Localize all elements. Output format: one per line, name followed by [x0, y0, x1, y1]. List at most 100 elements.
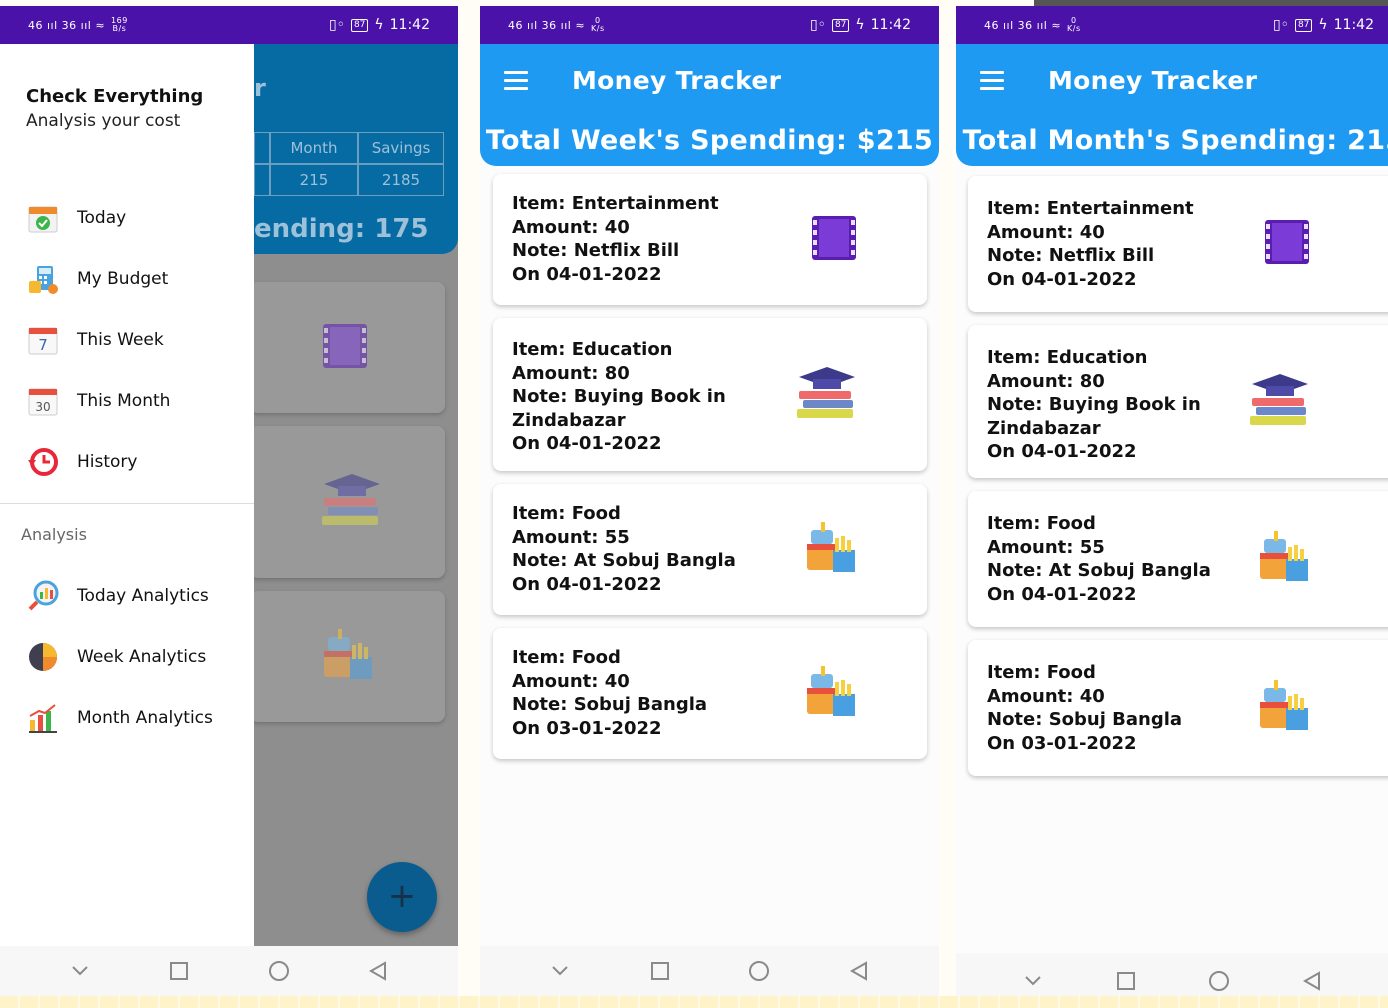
background-summary-table: Month Savings 215 2185	[254, 132, 444, 196]
books-icon	[795, 365, 859, 425]
drawer-item-label: This Week	[77, 330, 164, 350]
drawer-item-label: Week Analytics	[77, 647, 207, 667]
drawer-item-label: Month Analytics	[77, 708, 213, 728]
clock: 11:42	[389, 17, 430, 33]
background-card	[250, 426, 445, 578]
expense-card[interactable]: Item: Entertainment Amount: 40 Note: Net…	[968, 176, 1388, 312]
expense-list: Item: Entertainment Amount: 40 Note: Net…	[493, 174, 927, 772]
drawer-item-today[interactable]: Today	[26, 198, 246, 238]
budget-icon	[26, 262, 60, 296]
back-triangle-icon[interactable]	[1301, 970, 1323, 992]
app-bar: Money Tracker	[480, 44, 939, 116]
menu-icon[interactable]	[980, 70, 1004, 90]
recents-square-icon[interactable]	[649, 960, 671, 982]
drawer-title: Check Everything	[26, 86, 204, 107]
expense-card[interactable]: Item: Education Amount: 80 Note: Buying …	[493, 318, 927, 471]
charging-icon: ϟ	[855, 17, 865, 33]
chevron-down-icon[interactable]	[549, 960, 571, 982]
books-icon	[1248, 372, 1312, 432]
film-icon	[809, 213, 859, 267]
background-card	[250, 591, 445, 722]
svg-text:7: 7	[38, 336, 48, 354]
recents-square-icon[interactable]	[168, 960, 190, 982]
expense-card[interactable]: Item: Entertainment Amount: 40 Note: Net…	[493, 174, 927, 305]
drawer-item-today-analytics[interactable]: Today Analytics	[26, 576, 246, 616]
film-icon	[320, 321, 370, 375]
network-speed: 0 K/s	[591, 16, 605, 33]
drawer-divider	[0, 503, 254, 504]
menu-icon[interactable]	[504, 70, 528, 90]
drawer-item-this-week[interactable]: 7 This Week	[26, 320, 246, 360]
calendar-month-icon: 30	[26, 384, 60, 418]
expense-card[interactable]: Item: Education Amount: 80 Note: Buying …	[968, 325, 1388, 478]
drawer-item-month-analytics[interactable]: Month Analytics	[26, 698, 246, 738]
system-nav-bar	[480, 946, 939, 996]
drawer-item-label: Today	[77, 208, 127, 228]
battery-icon: 87	[831, 18, 850, 32]
home-circle-icon[interactable]	[1208, 970, 1230, 992]
books-icon	[320, 472, 384, 532]
drawer-item-label: Today Analytics	[77, 586, 209, 606]
signal-icon: 46 ııl 36 ııl ≈	[984, 18, 1062, 32]
phone-screen-drawer: 46 ııl 36 ııl ≈ 169 B/s ▯◦ 87 ϟ 11:42 r M…	[0, 6, 458, 996]
vibrate-icon: ▯◦	[328, 17, 345, 33]
network-speed: 0 K/s	[1067, 16, 1081, 33]
charging-icon: ϟ	[374, 17, 384, 33]
drawer-item-this-month[interactable]: 30 This Month	[26, 381, 246, 421]
app-bar: Money Tracker	[956, 44, 1388, 116]
app-title: Money Tracker	[1048, 65, 1258, 95]
battery-icon: 87	[1294, 18, 1313, 32]
fast-food-icon	[1256, 529, 1312, 589]
home-circle-icon[interactable]	[748, 960, 770, 982]
calendar-week-icon: 7	[26, 323, 60, 357]
bar-chart-icon	[26, 701, 60, 735]
drawer-item-my-budget[interactable]: My Budget	[26, 259, 246, 299]
clock: 11:42	[1333, 17, 1374, 33]
expense-list: Item: Entertainment Amount: 40 Note: Net…	[968, 176, 1388, 789]
svg-text:30: 30	[35, 400, 50, 414]
status-bar: 46 ııl 36 ııl ≈ 0 K/s ▯◦ 87 ϟ 11:42	[480, 6, 939, 44]
app-title: Money Tracker	[572, 65, 782, 95]
battery-icon: 87	[350, 18, 369, 32]
phone-screen-week: 46 ııl 36 ııl ≈ 0 K/s ▯◦ 87 ϟ 11:42 Money…	[480, 6, 939, 996]
analytics-search-icon	[26, 579, 60, 613]
expense-card[interactable]: Item: Food Amount: 40 Note: Sobuj Bangla…	[493, 628, 927, 759]
drawer-item-label: This Month	[77, 391, 171, 411]
recents-square-icon[interactable]	[1115, 970, 1137, 992]
signal-icon: 46 ııl 36 ııl ≈	[508, 18, 586, 32]
phone-screen-month: 46 ııl 36 ııl ≈ 0 K/s ▯◦ 87 ϟ 11:42 Money…	[956, 6, 1388, 1008]
calendar-check-icon	[26, 201, 60, 235]
total-spending: Total Week's Spending: $215	[480, 116, 939, 166]
status-bar: 46 ııl 36 ııl ≈ 169 B/s ▯◦ 87 ϟ 11:42	[0, 6, 458, 44]
fast-food-icon	[320, 627, 376, 687]
background-strip	[0, 996, 1388, 1008]
drawer-header: Check Everything Analysis your cost	[26, 85, 203, 133]
fast-food-icon	[803, 664, 859, 724]
background-card	[250, 282, 445, 413]
back-triangle-icon[interactable]	[367, 960, 389, 982]
add-expense-fab[interactable]: +	[367, 862, 437, 932]
fast-food-icon	[1256, 678, 1312, 738]
chevron-down-icon[interactable]	[1022, 970, 1044, 992]
expense-card[interactable]: Item: Food Amount: 55 Note: At Sobuj Ban…	[968, 491, 1388, 627]
drawer-item-history[interactable]: History	[26, 442, 246, 482]
clock: 11:42	[870, 17, 911, 33]
pie-chart-icon	[26, 640, 60, 674]
total-spending: Total Month's Spending: 215	[956, 116, 1388, 166]
home-circle-icon[interactable]	[268, 960, 290, 982]
signal-icon: 46 ııl 36 ııl ≈	[28, 18, 106, 32]
expense-card[interactable]: Item: Food Amount: 40 Note: Sobuj Bangla…	[968, 640, 1388, 776]
vibrate-icon: ▯◦	[1272, 17, 1289, 33]
history-icon	[26, 445, 60, 479]
drawer-item-week-analytics[interactable]: Week Analytics	[26, 637, 246, 677]
vibrate-icon: ▯◦	[809, 17, 826, 33]
film-icon	[1262, 217, 1312, 271]
system-nav-bar	[0, 946, 458, 996]
expense-card[interactable]: Item: Food Amount: 55 Note: At Sobuj Ban…	[493, 484, 927, 615]
network-speed: 169 B/s	[111, 16, 128, 33]
fast-food-icon	[803, 520, 859, 580]
back-triangle-icon[interactable]	[848, 960, 870, 982]
background-title: r	[254, 74, 266, 102]
navigation-drawer: Check Everything Analysis your cost Toda…	[0, 44, 254, 946]
chevron-down-icon[interactable]	[69, 960, 91, 982]
